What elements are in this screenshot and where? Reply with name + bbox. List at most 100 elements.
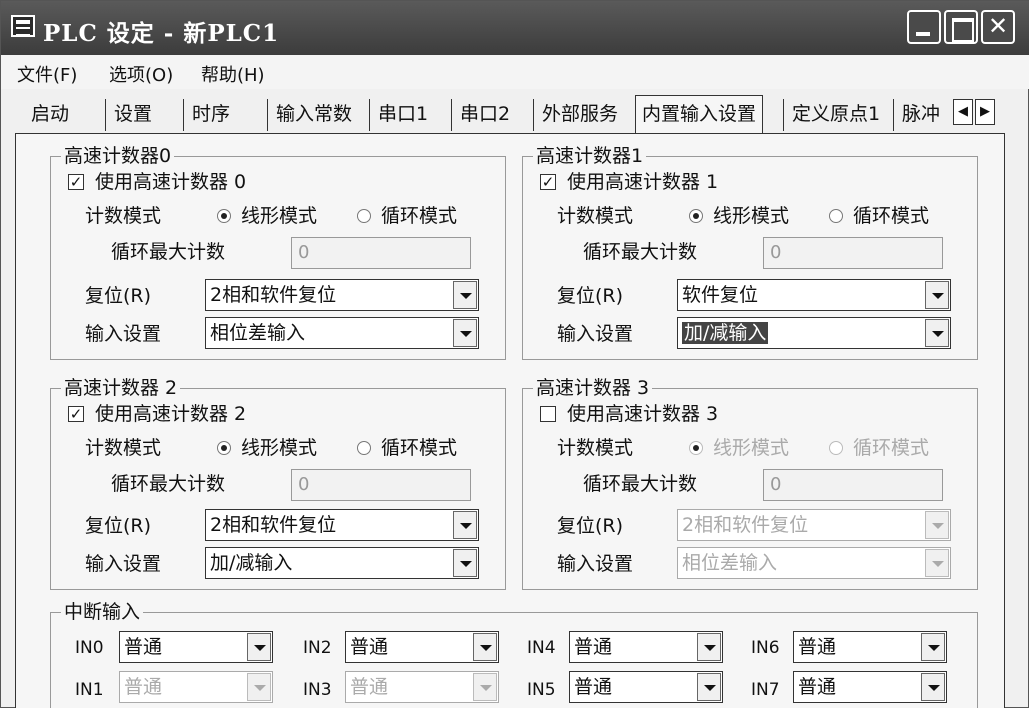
tab-settings[interactable]: 设置	[105, 99, 152, 131]
in0-value: 普通	[124, 636, 163, 658]
use-counter-2-checkbox[interactable]: ✓	[68, 406, 84, 422]
tab-input-constants[interactable]: 输入常数	[267, 99, 352, 131]
linear-mode-radio[interactable]	[217, 441, 231, 455]
loop-mode-label: 循环模式	[381, 205, 458, 227]
chevron-down-icon[interactable]	[247, 633, 271, 661]
plc-settings-window: PLC 设定 - 新PLC1 ✕ 文件(F) 选项(O) 帮助(H) 启动 设置…	[0, 0, 1029, 708]
chevron-down-icon[interactable]	[453, 319, 477, 347]
reset-value: 2相和软件复位	[210, 284, 337, 306]
chevron-down-icon[interactable]	[697, 633, 721, 661]
linear-mode-radio	[689, 441, 703, 455]
tab-external-service[interactable]: 外部服务	[533, 99, 618, 131]
chevron-down-icon[interactable]	[453, 511, 477, 539]
in4-label: IN4	[527, 638, 556, 658]
close-button[interactable]: ✕	[981, 10, 1015, 44]
loop-max-label: 循环最大计数	[111, 241, 226, 263]
reset-dropdown[interactable]: 2相和软件复位	[205, 509, 479, 541]
input-setting-value: 加/减输入	[682, 322, 769, 344]
in6-value: 普通	[798, 636, 837, 658]
in6-dropdown[interactable]: 普通	[793, 631, 947, 663]
menu-help[interactable]: 帮助(H)	[201, 61, 265, 87]
loop-mode-label: 循环模式	[853, 437, 930, 459]
menu-bar: 文件(F) 选项(O) 帮助(H)	[1, 55, 1029, 89]
reset-dropdown[interactable]: 软件复位	[677, 279, 951, 311]
tab-scroll-right-button[interactable]: ▶	[975, 99, 995, 125]
tab-builtin-input-settings[interactable]: 内置输入设置	[635, 95, 764, 133]
plc-app-icon	[11, 15, 35, 37]
loop-max-count-field[interactable]: 0	[291, 237, 471, 269]
in3-value: 普通	[350, 676, 389, 698]
use-counter-1-checkbox[interactable]: ✓	[540, 174, 556, 190]
chevron-down-icon	[473, 673, 497, 701]
interrupt-input-group: 中断输入 IN0 普通 IN1 普通 IN2 普通 IN3 普通 IN4 普通 …	[50, 600, 978, 708]
chevron-down-icon[interactable]	[697, 673, 721, 701]
tab-serial-1[interactable]: 串口1	[369, 99, 428, 131]
linear-mode-radio[interactable]	[217, 209, 231, 223]
in2-dropdown[interactable]: 普通	[345, 631, 499, 663]
chevron-down-icon[interactable]	[473, 633, 497, 661]
use-counter-3-checkbox[interactable]	[540, 406, 556, 422]
in5-label: IN5	[527, 680, 556, 700]
in5-dropdown[interactable]: 普通	[569, 671, 723, 703]
count-mode-label: 计数模式	[557, 205, 634, 227]
count-mode-label: 计数模式	[85, 205, 162, 227]
tab-strip: 启动 设置 时序 输入常数 串口1 串口2 外部服务 内置输入设置 定义原点1 …	[15, 95, 1005, 133]
reset-dropdown[interactable]: 2相和软件复位	[205, 279, 479, 311]
group-title: 高速计数器1	[533, 144, 647, 168]
title-bar[interactable]: PLC 设定 - 新PLC1 ✕	[1, 1, 1029, 55]
group-title: 高速计数器 2	[61, 376, 181, 400]
in0-dropdown[interactable]: 普通	[119, 631, 273, 663]
linear-mode-radio[interactable]	[689, 209, 703, 223]
chevron-down-icon[interactable]	[921, 673, 945, 701]
reset-value: 软件复位	[682, 284, 759, 306]
loop-max-count-field[interactable]: 0	[763, 237, 943, 269]
high-speed-counter-3-group: 高速计数器 3 使用高速计数器 3 计数模式 线形模式 循环模式 循环最大计数 …	[522, 376, 978, 590]
input-setting-value: 相位差输入	[682, 552, 778, 574]
minimize-button[interactable]	[907, 10, 941, 44]
in7-dropdown[interactable]: 普通	[793, 671, 947, 703]
input-setting-label: 输入设置	[557, 323, 634, 345]
in2-label: IN2	[303, 638, 332, 658]
loop-max-label: 循环最大计数	[583, 241, 698, 263]
tab-pulse[interactable]: 脉冲	[893, 99, 953, 131]
tab-startup[interactable]: 启动	[23, 99, 69, 131]
tab-timing[interactable]: 时序	[183, 99, 230, 131]
linear-mode-label: 线形模式	[241, 205, 318, 227]
linear-mode-label: 线形模式	[241, 437, 318, 459]
loop-mode-radio	[829, 441, 843, 455]
high-speed-counter-0-group: 高速计数器0 ✓ 使用高速计数器 0 计数模式 线形模式 循环模式 循环最大计数…	[50, 144, 506, 360]
chevron-down-icon	[247, 673, 271, 701]
use-counter-3-label: 使用高速计数器 3	[567, 403, 719, 425]
use-counter-2-label: 使用高速计数器 2	[95, 403, 247, 425]
in2-value: 普通	[350, 636, 389, 658]
input-setting-label: 输入设置	[557, 553, 634, 575]
menu-options[interactable]: 选项(O)	[109, 61, 173, 87]
input-setting-dropdown[interactable]: 加/减输入	[205, 547, 479, 579]
in4-dropdown[interactable]: 普通	[569, 631, 723, 663]
loop-mode-radio[interactable]	[357, 441, 371, 455]
tab-serial-2[interactable]: 串口2	[451, 99, 510, 131]
input-setting-dropdown: 相位差输入	[677, 547, 951, 579]
in1-dropdown: 普通	[119, 671, 273, 703]
chevron-down-icon[interactable]	[453, 281, 477, 309]
input-setting-label: 输入设置	[85, 553, 162, 575]
maximize-button[interactable]	[944, 10, 978, 44]
input-setting-value: 加/减输入	[210, 552, 293, 574]
loop-mode-radio[interactable]	[829, 209, 843, 223]
high-speed-counter-1-group: 高速计数器1 ✓ 使用高速计数器 1 计数模式 线形模式 循环模式 循环最大计数…	[522, 144, 978, 360]
tab-define-origin-1[interactable]: 定义原点1	[783, 99, 880, 131]
loop-mode-radio[interactable]	[357, 209, 371, 223]
tab-scroll-left-button[interactable]: ◀	[953, 99, 973, 125]
input-setting-dropdown[interactable]: 加/减输入	[677, 317, 951, 349]
chevron-down-icon[interactable]	[921, 633, 945, 661]
loop-max-count-field[interactable]: 0	[291, 469, 471, 501]
loop-max-label: 循环最大计数	[583, 473, 698, 495]
chevron-down-icon[interactable]	[453, 549, 477, 577]
input-setting-dropdown[interactable]: 相位差输入	[205, 317, 479, 349]
chevron-down-icon	[925, 549, 949, 577]
in0-label: IN0	[75, 638, 104, 658]
chevron-down-icon[interactable]	[925, 319, 949, 347]
use-counter-0-checkbox[interactable]: ✓	[68, 174, 84, 190]
menu-file[interactable]: 文件(F)	[17, 61, 77, 87]
chevron-down-icon[interactable]	[925, 281, 949, 309]
